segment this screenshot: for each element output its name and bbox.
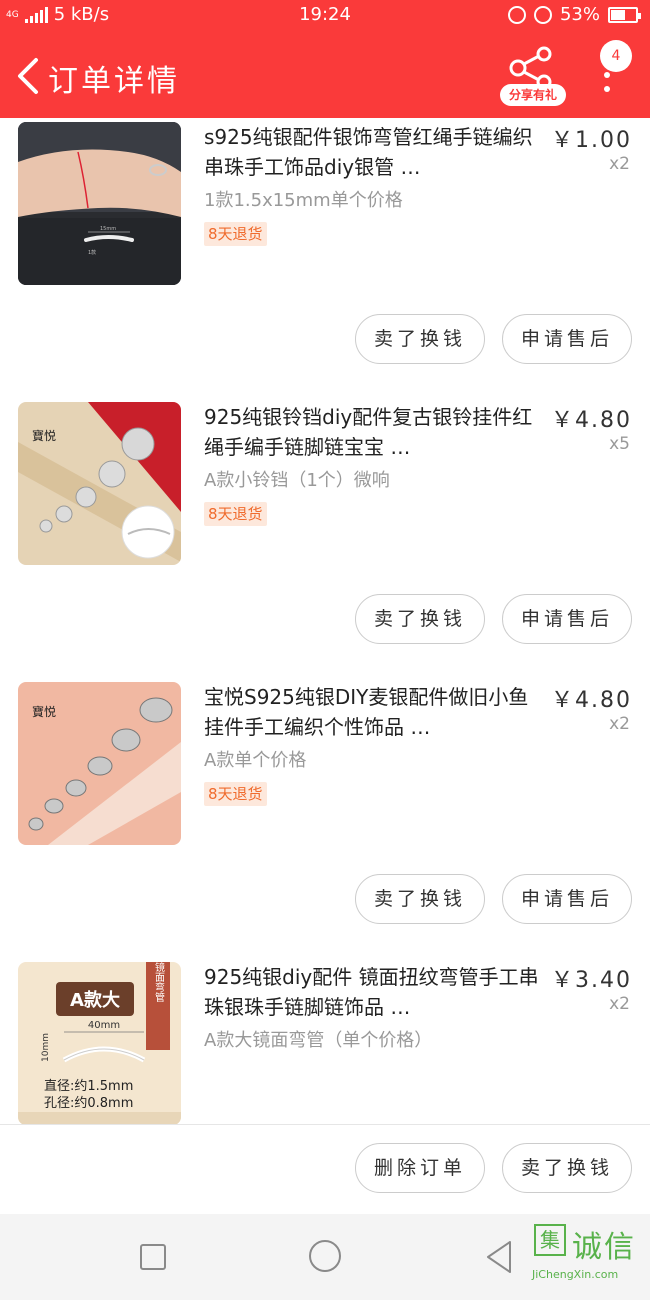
delete-order-button[interactable]: 删除订单 <box>355 1143 485 1193</box>
sell-button[interactable]: 卖了换钱 <box>355 314 485 364</box>
home-icon[interactable] <box>309 1240 341 1272</box>
alarm-icon <box>533 5 552 24</box>
notification-badge[interactable]: 4 <box>600 40 632 72</box>
product-image-3[interactable]: 寶悦 <box>18 682 181 845</box>
product-spec: A款单个价格 <box>204 750 307 771</box>
product-title[interactable]: 宝悦S925纯银DIY麦银配件做旧小鱼挂件手工编织个性饰品 … <box>204 682 544 742</box>
status-bar: 4G 5 kB/s 19:24 53% <box>0 0 650 32</box>
thumb2-brand-label: 寶悦 <box>32 428 56 443</box>
product-quantity: x5 <box>609 434 630 454</box>
product-image-1[interactable]: 15mm 1款 <box>18 122 181 285</box>
product-price: ￥4.80 <box>551 688 632 713</box>
watermark-box: 集 <box>534 1224 566 1256</box>
product-quantity: x2 <box>609 154 630 174</box>
order-item[interactable]: 寶悦 925纯银铃铛diy配件复古银铃挂件红绳手编手链脚链宝宝 … ￥4.80 … <box>0 398 650 678</box>
product-title[interactable]: 925纯银铃铛diy配件复古银铃挂件红绳手编手链脚链宝宝 … <box>204 402 544 462</box>
system-nav-bar: 集 诚信 JiChengXin.com <box>0 1214 650 1300</box>
watermark-text: 诚信 <box>572 1230 636 1265</box>
share-label: 分享有礼 <box>500 84 566 106</box>
product-price: ￥1.00 <box>551 128 632 153</box>
watermark-logo: 集 诚信 JiChengXin.com <box>532 1222 648 1296</box>
product-spec: A款小铃铛（1个）微响 <box>204 470 390 491</box>
order-item[interactable]: 寶悦 宝悦S925纯银DIY麦银配件做旧小鱼挂件手工编织个性饰品 … ￥4.80… <box>0 678 650 958</box>
lock-icon <box>507 5 526 24</box>
product-spec: A款大镜面弯管（单个价格） <box>204 1030 433 1051</box>
product-price: ￥3.40 <box>551 968 632 993</box>
product-price: ￥4.80 <box>551 408 632 433</box>
sell-button[interactable]: 卖了换钱 <box>355 874 485 924</box>
app-header: 订单详情 分享有礼 4 <box>0 32 650 118</box>
product-title[interactable]: 925纯银diy配件 镜面扭纹弯管手工串珠银珠手链脚链饰品 … <box>204 962 544 1022</box>
order-item[interactable]: A款大 镜面弯管 40mm 10mm 直径:约1.5mm 孔径:约0.8mm 9… <box>0 958 650 1124</box>
battery-percent: 53% <box>559 4 600 25</box>
battery-icon <box>608 6 641 23</box>
thumb4-badge: A款大 <box>70 989 120 1011</box>
product-image-2[interactable]: 寶悦 <box>18 402 181 565</box>
nav-back-icon[interactable] <box>484 1240 514 1274</box>
thumb4-width-label: 40mm <box>88 1020 120 1031</box>
return-policy-badge: 8天退货 <box>204 782 267 806</box>
return-policy-badge: 8天退货 <box>204 502 267 526</box>
sell-order-button[interactable]: 卖了换钱 <box>502 1143 632 1193</box>
recent-apps-icon[interactable] <box>140 1244 166 1270</box>
product-title[interactable]: s925纯银配件银饰弯管红绳手链编织串珠手工饰品diy银管 … <box>204 122 544 182</box>
thumb4-side-label: 镜面弯管 <box>153 962 165 1003</box>
product-quantity: x2 <box>609 994 630 1014</box>
order-item[interactable]: 15mm 1款 s925纯银配件银饰弯管红绳手链编织串珠手工饰品diy银管 … … <box>0 118 650 398</box>
back-icon[interactable] <box>12 56 46 96</box>
thumb1-dim-label: 15mm <box>100 226 116 232</box>
watermark-url: JiChengXin.com <box>532 1268 619 1281</box>
product-quantity: x2 <box>609 714 630 734</box>
after-sales-button[interactable]: 申请售后 <box>502 874 632 924</box>
product-spec: 1款1.5x15mm单个价格 <box>204 190 403 211</box>
share-button[interactable]: 分享有礼 <box>500 44 566 106</box>
thumb4-height-label: 10mm <box>41 1033 51 1062</box>
return-policy-badge: 8天退货 <box>204 222 267 246</box>
page-title: 订单详情 <box>48 64 180 99</box>
thumb3-brand-label: 寶悦 <box>32 704 56 719</box>
product-image-4[interactable]: A款大 镜面弯管 40mm 10mm 直径:约1.5mm 孔径:约0.8mm <box>18 962 181 1124</box>
after-sales-button[interactable]: 申请售后 <box>502 594 632 644</box>
share-icon <box>509 46 552 90</box>
thumb4-diameter-label: 直径:约1.5mm <box>44 1079 133 1094</box>
sell-button[interactable]: 卖了换钱 <box>355 594 485 644</box>
order-action-bar: 删除订单 卖了换钱 <box>0 1124 650 1214</box>
after-sales-button[interactable]: 申请售后 <box>502 314 632 364</box>
thumb4-hole-label: 孔径:约0.8mm <box>44 1096 133 1111</box>
order-item-list: 15mm 1款 s925纯银配件银饰弯管红绳手链编织串珠手工饰品diy银管 … … <box>0 118 650 1124</box>
thumb1-style-label: 1款 <box>88 249 96 256</box>
